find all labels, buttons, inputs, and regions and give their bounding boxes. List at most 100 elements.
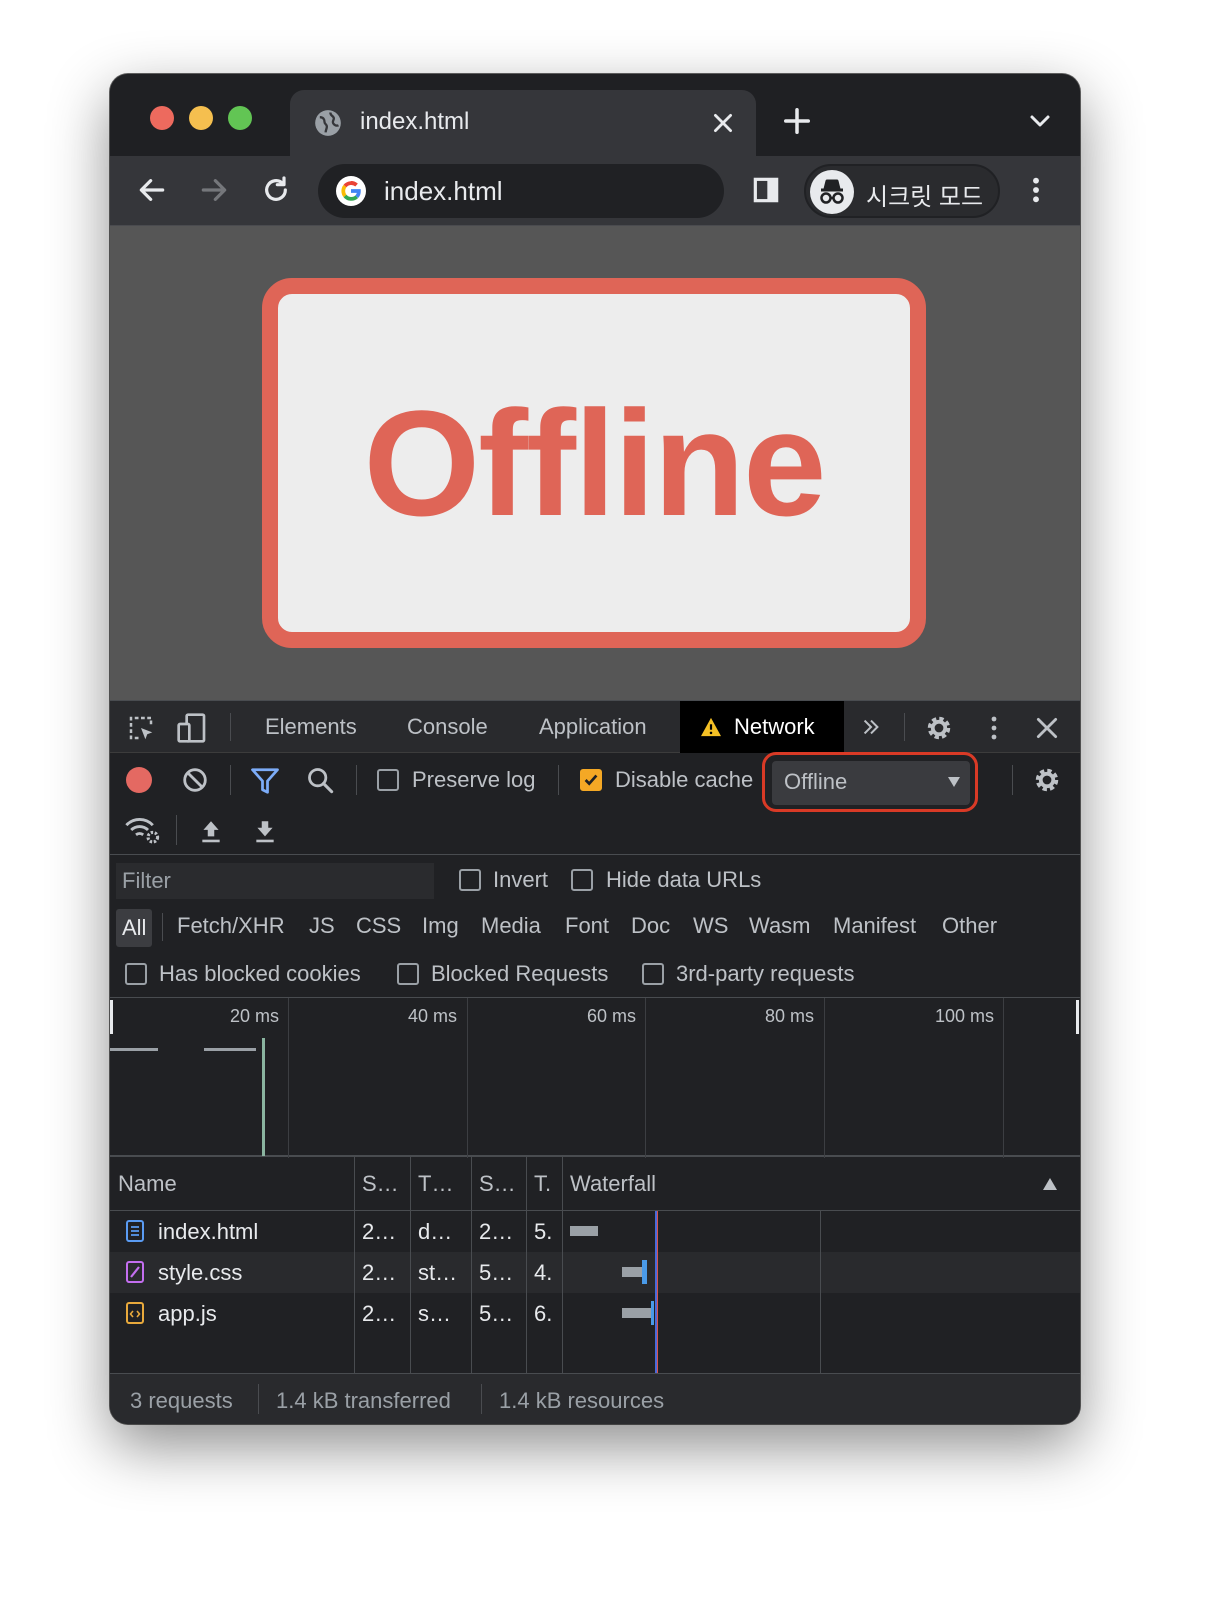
- type-filter-fetch-xhr[interactable]: Fetch/XHR: [177, 913, 285, 939]
- type-filter-font[interactable]: Font: [565, 913, 609, 939]
- column-header-type[interactable]: T…: [410, 1157, 471, 1211]
- incognito-icon: [810, 170, 854, 214]
- clear-icon[interactable]: [182, 767, 208, 793]
- zoom-window-button[interactable]: [228, 106, 252, 130]
- table-row[interactable]: app.js 2… s… 5… 6.: [110, 1293, 1080, 1334]
- blocked-requests-label: Blocked Requests: [431, 961, 609, 986]
- preserve-log-checkbox[interactable]: [377, 769, 399, 791]
- request-count: 3 requests: [130, 1388, 233, 1413]
- preserve-log-label: Preserve log: [412, 767, 536, 792]
- invert-checkbox[interactable]: [459, 869, 481, 891]
- column-header-waterfall[interactable]: Waterfall: [562, 1157, 1080, 1211]
- tab-console[interactable]: Console: [407, 714, 488, 740]
- overview-left-handle[interactable]: [110, 1000, 113, 1034]
- filter-input[interactable]: Filter: [116, 863, 434, 899]
- overview-right-handle[interactable]: [1076, 1000, 1079, 1034]
- new-tab-icon[interactable]: [782, 106, 812, 136]
- more-tabs-icon[interactable]: [860, 716, 882, 738]
- blocked-cookies-checkbox[interactable]: [125, 963, 147, 985]
- extra-filters: Has blocked cookies Blocked Requests 3rd…: [110, 951, 1080, 997]
- tab-application[interactable]: Application: [539, 714, 647, 740]
- type-filter-css[interactable]: CSS: [356, 913, 401, 939]
- tab-network[interactable]: Network: [680, 701, 844, 753]
- address-bar[interactable]: index.html: [318, 164, 724, 218]
- waterfall-grid-line: [820, 1211, 821, 1373]
- disable-cache-checkbox[interactable]: [580, 769, 602, 791]
- request-time: 5.: [534, 1219, 553, 1244]
- overview-request-bar: [204, 1048, 256, 1051]
- request-status: 2…: [362, 1219, 397, 1244]
- gear-icon[interactable]: [924, 713, 954, 743]
- type-filter-media[interactable]: Media: [481, 913, 541, 939]
- blocked-requests-checkbox[interactable]: [397, 963, 419, 985]
- warning-icon: [701, 717, 721, 737]
- devtools-tab-bar: Elements Console Application Network: [110, 701, 1080, 753]
- tick-label: 60 ms: [587, 1006, 637, 1026]
- minimize-window-button[interactable]: [189, 106, 213, 130]
- type-filter-wasm[interactable]: Wasm: [749, 913, 811, 939]
- forward-arrow-icon[interactable]: [198, 174, 230, 206]
- globe-icon: [315, 110, 341, 136]
- toolbar-separator: [230, 765, 231, 795]
- overview-request-bar: [110, 1048, 158, 1051]
- timeline-overview[interactable]: 20 ms 40 ms 60 ms 80 ms 100 ms: [110, 997, 1080, 1158]
- sort-ascending-icon[interactable]: [1042, 1177, 1058, 1191]
- network-toolbar: Preserve log Disable cache Offline: [110, 752, 1080, 812]
- hide-data-urls-checkbox[interactable]: [571, 869, 593, 891]
- import-har-icon[interactable]: [198, 817, 224, 845]
- type-filter-manifest[interactable]: Manifest: [833, 913, 916, 939]
- column-header-time[interactable]: T.: [526, 1157, 562, 1211]
- column-header-name[interactable]: Name: [110, 1157, 354, 1211]
- toolbar-separator: [356, 765, 357, 795]
- back-arrow-icon[interactable]: [136, 174, 168, 206]
- tab-network-label: Network: [734, 714, 815, 739]
- third-party-checkbox[interactable]: [642, 963, 664, 985]
- hide-data-urls-label: Hide data URLs: [606, 867, 762, 892]
- column-divider: [526, 1157, 527, 1373]
- more-vertical-icon[interactable]: [1020, 174, 1052, 206]
- close-window-button[interactable]: [150, 106, 174, 130]
- type-filter-ws[interactable]: WS: [693, 913, 728, 939]
- table-row[interactable]: index.html 2… d… 2… 5.: [110, 1211, 1080, 1252]
- side-panel-icon[interactable]: [750, 174, 782, 206]
- type-filter-img[interactable]: Img: [422, 913, 459, 939]
- status-separator: [481, 1384, 482, 1414]
- network-conditions-icon[interactable]: [124, 815, 160, 845]
- document-icon: [126, 1220, 144, 1242]
- record-button[interactable]: [126, 767, 152, 793]
- filter-icon[interactable]: [250, 767, 280, 795]
- load-event-line: [657, 1211, 658, 1373]
- tab-separator: [230, 713, 231, 741]
- inspect-element-icon[interactable]: [126, 713, 156, 743]
- search-icon[interactable]: [306, 766, 334, 794]
- more-vertical-icon[interactable]: [982, 713, 1006, 743]
- type-filter-all[interactable]: All: [116, 909, 153, 947]
- tab-elements[interactable]: Elements: [265, 714, 357, 740]
- filter-separator: [162, 913, 163, 941]
- export-har-icon[interactable]: [252, 817, 278, 845]
- network-settings-gear-icon[interactable]: [1032, 765, 1062, 795]
- column-divider: [354, 1157, 355, 1373]
- close-tab-icon[interactable]: [710, 110, 736, 136]
- table-row[interactable]: style.css 2… st… 5… 4.: [110, 1252, 1080, 1293]
- third-party-label: 3rd-party requests: [676, 961, 855, 986]
- tick-label: 20 ms: [230, 1006, 280, 1026]
- request-type: st…: [418, 1260, 458, 1285]
- chevron-down-icon[interactable]: [1028, 112, 1052, 130]
- type-filter-doc[interactable]: Doc: [631, 913, 670, 939]
- offline-banner: Offline: [262, 278, 926, 648]
- browser-tab[interactable]: index.html: [290, 90, 756, 156]
- google-logo-icon: [336, 176, 366, 206]
- resource-type-filters: All Fetch/XHR JS CSS Img Media Font Doc …: [110, 905, 1080, 951]
- blocked-cookies-label: Has blocked cookies: [159, 961, 361, 986]
- type-filter-js[interactable]: JS: [309, 913, 335, 939]
- device-toolbar-icon[interactable]: [176, 712, 208, 744]
- reload-icon[interactable]: [260, 174, 292, 206]
- column-header-size[interactable]: S…: [471, 1157, 526, 1211]
- type-filter-other[interactable]: Other: [942, 913, 997, 939]
- incognito-profile-button[interactable]: 시크릿 모드: [804, 164, 1000, 218]
- grid-line: [645, 998, 646, 1158]
- close-icon[interactable]: [1034, 715, 1060, 741]
- column-header-status[interactable]: S…: [354, 1157, 410, 1211]
- profile-label: 시크릿 모드: [866, 184, 984, 211]
